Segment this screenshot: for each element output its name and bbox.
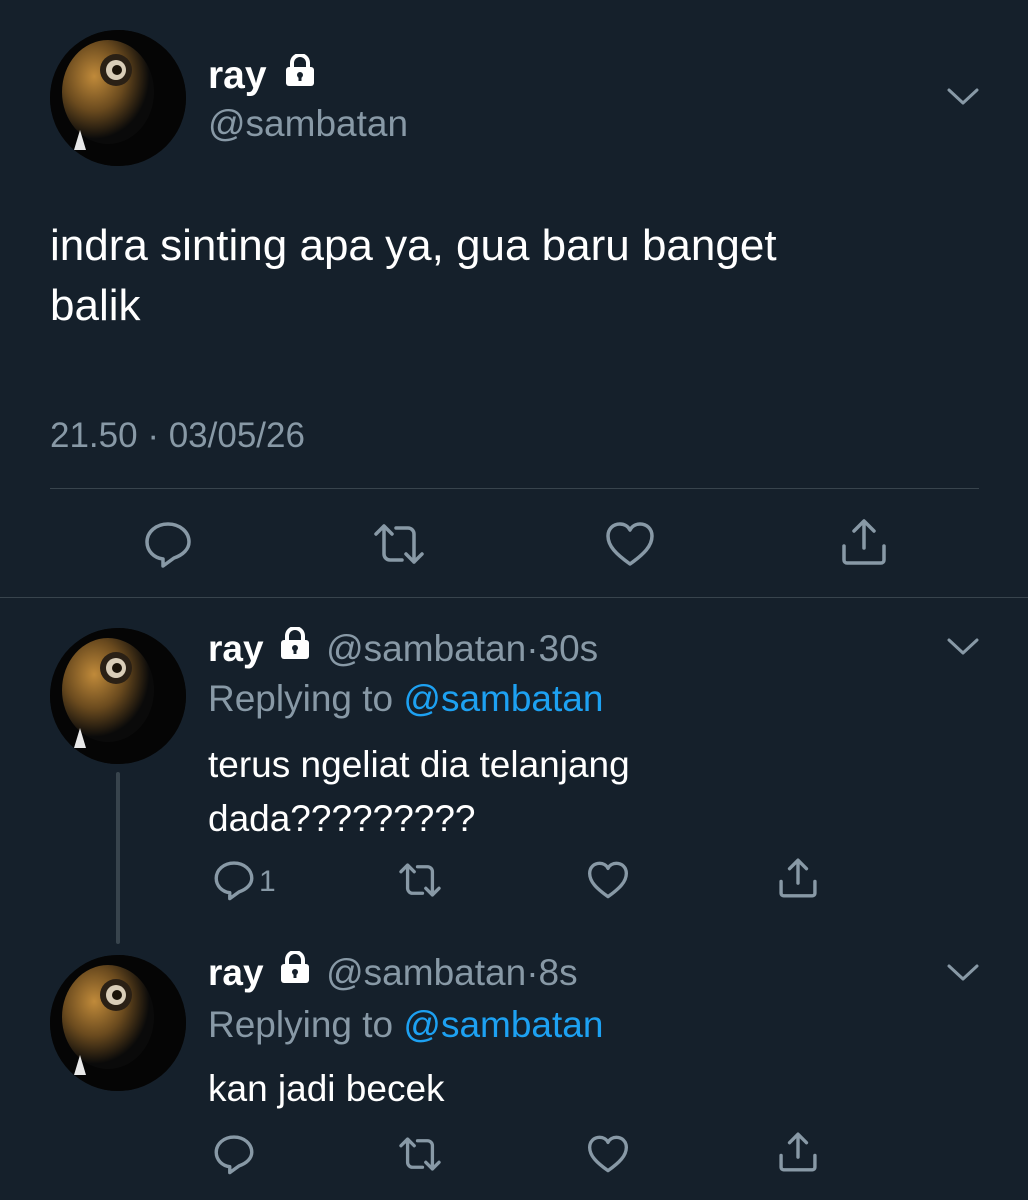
separator: ·	[526, 628, 539, 669]
display-name[interactable]: ray	[208, 54, 267, 97]
handle[interactable]: @sambatan	[208, 102, 408, 146]
replying-to-link[interactable]: @sambatan	[403, 678, 603, 719]
replying-prefix: Replying to	[208, 678, 394, 719]
like-icon[interactable]	[586, 860, 630, 905]
reply-text: kan jadi becek	[208, 1062, 445, 1116]
like-icon[interactable]	[604, 520, 656, 573]
lock-icon	[278, 948, 312, 994]
reply-text-line: terus ngeliat dia telanjang	[208, 744, 630, 785]
display-name[interactable]: ray	[208, 952, 264, 993]
chevron-down-icon[interactable]	[946, 962, 980, 989]
reply-text-line: dada?????????	[208, 798, 476, 839]
date: 03/05/26	[168, 416, 305, 455]
tweet-text-line: balik	[50, 281, 141, 330]
reply-text-line: kan jadi becek	[208, 1068, 445, 1109]
age[interactable]: 8s	[539, 952, 578, 993]
tweet-text: indra sinting apa ya, gua baru banget ba…	[50, 216, 990, 336]
avatar[interactable]	[50, 30, 186, 166]
chevron-down-icon[interactable]	[946, 636, 980, 663]
share-icon[interactable]	[776, 1130, 820, 1179]
reply-count: 1	[259, 865, 276, 898]
replying-to: Replying to @sambatan	[208, 1002, 603, 1048]
reply-text: terus ngeliat dia telanjang dada????????…	[208, 738, 630, 846]
replying-to: Replying to @sambatan	[208, 676, 603, 722]
lock-icon	[278, 624, 312, 670]
share-icon[interactable]	[776, 856, 820, 905]
separator: ·	[147, 416, 159, 455]
separator: ·	[526, 952, 539, 993]
age[interactable]: 30s	[539, 628, 599, 669]
reply-icon[interactable]	[142, 518, 194, 575]
replying-prefix: Replying to	[208, 1004, 394, 1045]
handle[interactable]: @sambatan	[326, 628, 526, 669]
time: 21.50	[50, 416, 138, 455]
divider	[0, 597, 1028, 598]
retweet-icon[interactable]	[396, 1134, 444, 1179]
chevron-down-icon[interactable]	[946, 86, 980, 113]
avatar[interactable]	[50, 955, 186, 1091]
thread-line	[116, 772, 120, 944]
lock-icon	[283, 50, 317, 98]
divider	[50, 488, 979, 489]
retweet-icon[interactable]	[396, 860, 444, 905]
display-name[interactable]: ray	[208, 628, 264, 669]
share-icon[interactable]	[838, 516, 890, 573]
like-icon[interactable]	[586, 1134, 630, 1179]
reply-icon[interactable]	[212, 1132, 256, 1181]
retweet-icon[interactable]	[370, 520, 428, 573]
replying-to-link[interactable]: @sambatan	[403, 1004, 603, 1045]
avatar[interactable]	[50, 628, 186, 764]
tweet-text-line: indra sinting apa ya, gua baru banget	[50, 221, 777, 270]
timestamp[interactable]: 21.50 · 03/05/26	[50, 414, 305, 458]
reply-icon[interactable]	[212, 858, 256, 907]
handle[interactable]: @sambatan	[326, 952, 526, 993]
